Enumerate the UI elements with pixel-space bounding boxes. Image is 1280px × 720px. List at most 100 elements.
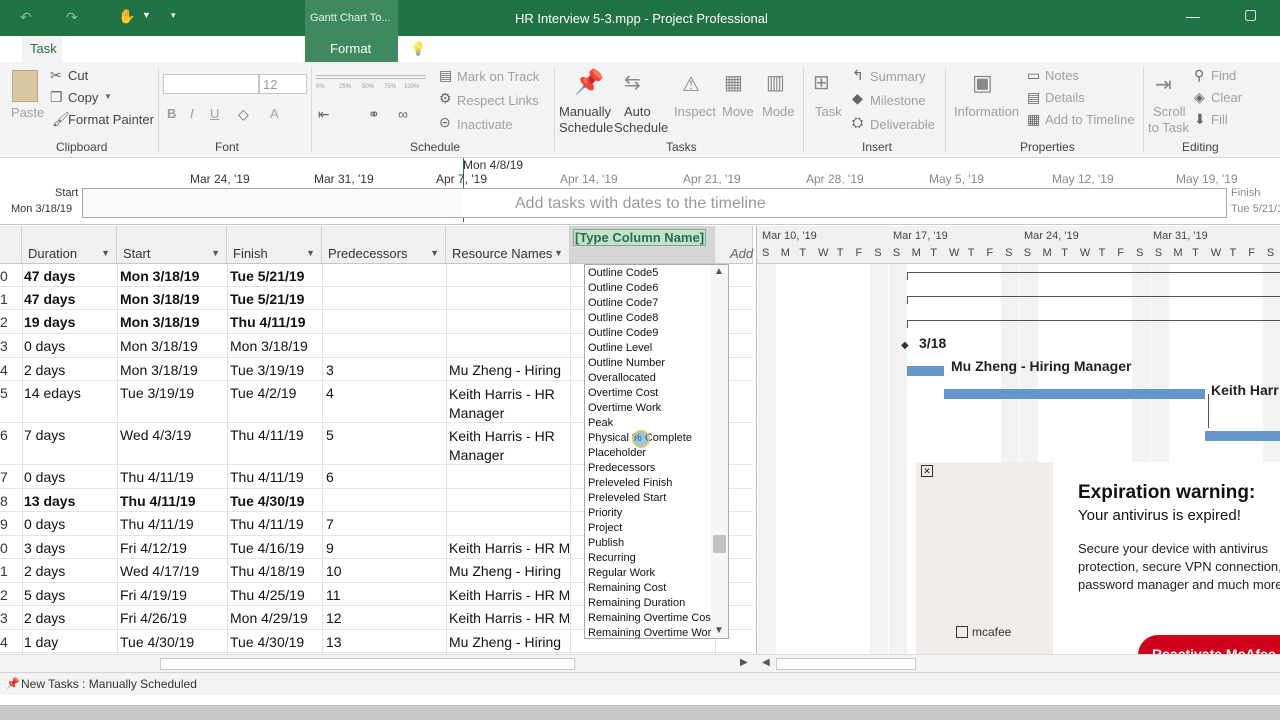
duration-cell[interactable]: 3 days (24, 540, 116, 556)
dropdown-item[interactable]: Remaining Overtime Cost (588, 612, 714, 624)
row-id[interactable]: 5 (0, 385, 22, 401)
underline-button[interactable]: U (210, 106, 219, 121)
duration-cell[interactable]: 0 days (24, 516, 116, 532)
paste-button[interactable]: Paste (11, 105, 44, 120)
start-cell[interactable]: Thu 4/11/19 (120, 469, 225, 485)
row-id[interactable]: 0 (0, 540, 22, 556)
scroll-left-icon[interactable]: ◀ (762, 657, 770, 668)
sheet-scroll-thumb[interactable] (160, 658, 575, 670)
start-cell[interactable]: Thu 4/11/19 (120, 493, 225, 509)
inactivate-button[interactable]: Inactivate (457, 117, 513, 132)
dropdown-item[interactable]: Overtime Work (588, 402, 661, 414)
copy-dropdown-icon[interactable]: ▼ (104, 92, 112, 101)
start-cell[interactable]: Tue 3/19/19 (120, 385, 225, 401)
row-id[interactable]: 4 (0, 634, 22, 650)
respect-links-button[interactable]: Respect Links (457, 93, 539, 108)
duration-cell[interactable]: 2 days (24, 610, 116, 626)
dropdown-item[interactable]: Peak (588, 417, 613, 429)
summary-bar[interactable] (907, 320, 1280, 321)
finish-cell[interactable]: Thu 4/25/19 (230, 587, 320, 603)
task-bar[interactable] (1205, 431, 1280, 441)
row-id[interactable]: 4 (0, 362, 22, 378)
row-id[interactable]: 3 (0, 338, 22, 354)
header-predecessors[interactable]: Predecessors ▼ (322, 226, 446, 264)
duration-cell[interactable]: 2 days (24, 563, 116, 579)
start-cell[interactable]: Wed 4/17/19 (120, 563, 225, 579)
cut-button[interactable]: Cut (68, 68, 88, 83)
manually-schedule-label[interactable]: Manually (559, 104, 611, 119)
header-duration[interactable]: Duration ▼ (22, 226, 117, 264)
dropdown-scrollbar[interactable]: ▲ ▼ (711, 265, 728, 638)
duration-cell[interactable]: 0 days (24, 338, 116, 354)
finish-cell[interactable]: Thu 4/11/19 (230, 469, 320, 485)
start-cell[interactable]: Wed 4/3/19 (120, 427, 225, 443)
new-tasks-mode[interactable]: New Tasks : Manually Scheduled (21, 677, 197, 691)
summary-bar[interactable] (907, 272, 1280, 273)
finish-cell[interactable]: Tue 4/2/19 (230, 385, 320, 401)
predecessors-cell[interactable]: 7 (326, 516, 444, 532)
milestone-diamond-icon[interactable]: ◆ (901, 340, 909, 351)
chevron-down-icon[interactable]: ▼ (554, 248, 563, 258)
header-finish[interactable]: Finish ▼ (227, 226, 322, 264)
scroll-up-icon[interactable]: ▲ (714, 266, 724, 277)
tab-resource[interactable]: Resource (75, 41, 131, 56)
italic-button[interactable]: I (190, 106, 194, 121)
dropdown-item[interactable]: Regular Work (588, 567, 655, 579)
dropdown-item[interactable]: Preleveled Start (588, 492, 666, 504)
manually-schedule-label-2[interactable]: Schedule (559, 120, 613, 135)
font-name-input[interactable] (163, 74, 259, 94)
dropdown-item[interactable]: Outline Code5 (588, 267, 658, 279)
start-cell[interactable]: Tue 4/30/19 (120, 634, 225, 650)
duration-cell[interactable]: 47 days (24, 291, 116, 307)
row-id[interactable]: 2 (0, 314, 22, 330)
dropdown-item[interactable]: Overallocated (588, 372, 656, 384)
predecessors-cell[interactable]: 13 (326, 634, 444, 650)
pct-100-button[interactable]: 100% (404, 84, 419, 90)
chevron-down-icon[interactable]: ▼ (430, 248, 439, 258)
task-bar[interactable] (944, 389, 1205, 399)
chevron-down-icon[interactable]: ▼ (306, 248, 315, 258)
finish-cell[interactable]: Tue 5/21/19 (230, 291, 320, 307)
timeline-view[interactable]: Mon 4/8/19 Mar 24, '19 Mar 31, '19 Apr 7… (0, 158, 1280, 225)
dropdown-item[interactable]: Recurring (588, 552, 636, 564)
scroll-thumb[interactable] (713, 535, 726, 553)
predecessors-cell[interactable]: 11 (326, 587, 444, 603)
finish-cell[interactable]: Tue 4/16/19 (230, 540, 320, 556)
start-cell[interactable]: Fri 4/19/19 (120, 587, 225, 603)
header-new-column[interactable]: [Type Column Name] (570, 226, 715, 264)
clear-button[interactable]: Clear (1211, 90, 1242, 105)
start-cell[interactable]: Thu 4/11/19 (120, 516, 225, 532)
task-bar[interactable] (907, 366, 944, 376)
highlight-icon[interactable]: ◇ (238, 106, 249, 123)
dropdown-item[interactable]: Remaining Duration (588, 597, 685, 609)
scroll-down-icon[interactable]: ▼ (714, 625, 724, 636)
font-color-button[interactable]: A (270, 106, 279, 121)
finish-cell[interactable]: Tue 5/21/19 (230, 268, 320, 284)
predecessors-cell[interactable]: 12 (326, 610, 444, 626)
start-cell[interactable]: Mon 3/18/19 (120, 338, 225, 354)
finish-cell[interactable]: Thu 4/11/19 (230, 314, 320, 330)
dropdown-item[interactable]: Priority (588, 507, 622, 519)
link-icon[interactable]: ⚭ (368, 106, 380, 123)
resource-cell[interactable]: Mu Zheng - Hiring (449, 362, 569, 378)
pct-75-button[interactable]: 75% (384, 84, 396, 90)
row-id[interactable]: 6 (0, 427, 22, 443)
deliverable-button[interactable]: Deliverable (870, 117, 935, 132)
predecessors-cell[interactable]: 3 (326, 362, 444, 378)
tab-format[interactable]: Format (330, 41, 371, 56)
summary-bar[interactable] (907, 296, 1280, 297)
insert-task-button[interactable]: Task (815, 104, 842, 119)
chevron-down-icon[interactable]: ▼ (101, 248, 110, 258)
add-to-timeline-button[interactable]: Add to Timeline (1045, 112, 1135, 127)
mode-button[interactable]: Mode (762, 104, 795, 119)
duration-cell[interactable]: 5 days (24, 587, 116, 603)
finish-cell[interactable]: Mon 4/29/19 (230, 610, 320, 626)
tab-task[interactable]: Task (30, 41, 57, 56)
dropdown-item[interactable]: Predecessors (588, 462, 655, 474)
predecessors-cell[interactable]: 6 (326, 469, 444, 485)
chevron-down-icon[interactable]: ▼ (211, 248, 220, 258)
resource-cell[interactable]: Keith Harris - HR Manager (449, 427, 569, 465)
pct-0-button[interactable]: 0% (316, 84, 325, 90)
row-id[interactable]: 0 (0, 268, 22, 284)
format-painter-button[interactable]: Format Painter (68, 112, 154, 127)
